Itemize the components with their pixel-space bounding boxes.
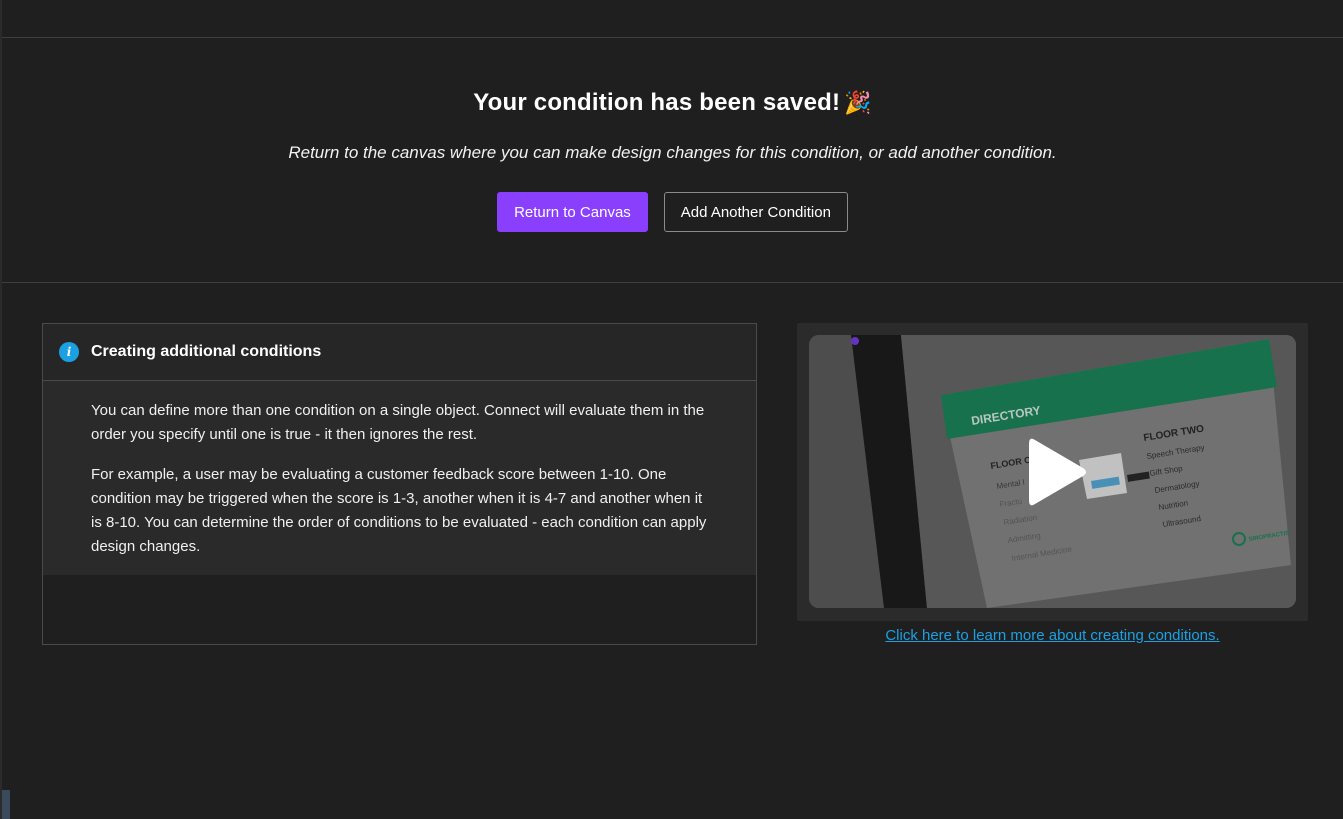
left-edge-marker	[2, 790, 10, 819]
page-title: Your condition has been saved! 🎉	[2, 88, 1343, 118]
party-popper-icon: 🎉	[844, 90, 872, 115]
info-paragraph: You can define more than one condition o…	[91, 402, 705, 443]
info-panel-title: Creating additional conditions	[91, 343, 322, 360]
info-panel: i Creating additional conditions You can…	[42, 323, 757, 645]
condition-saved-page: Your condition has been saved! 🎉 Return t…	[0, 0, 1343, 819]
info-panel-body: You can define more than one condition o…	[43, 381, 756, 575]
info-icon: i	[59, 342, 79, 362]
action-buttons: Return to Canvas Add Another Condition	[2, 192, 1343, 232]
add-another-condition-button[interactable]: Add Another Condition	[663, 192, 848, 232]
video-frame: DIRECTORY FLOOR TWO FLOOR O Speech Thera…	[797, 323, 1308, 621]
top-toolbar-strip	[2, 0, 1343, 38]
play-icon[interactable]	[1013, 432, 1093, 512]
tutorial-video: DIRECTORY FLOOR TWO FLOOR O Speech Thera…	[797, 323, 1308, 644]
page-title-text: Your condition has been saved!	[473, 89, 841, 116]
learn-more-link[interactable]: Click here to learn more about creating …	[797, 627, 1308, 644]
info-paragraph: For example, a user may be evaluating a …	[91, 466, 707, 555]
return-to-canvas-button[interactable]: Return to Canvas	[497, 192, 648, 232]
info-panel-header: i Creating additional conditions	[43, 324, 756, 381]
video-thumbnail[interactable]: DIRECTORY FLOOR TWO FLOOR O Speech Thera…	[809, 335, 1296, 608]
page-subtitle: Return to the canvas where you can make …	[288, 143, 1057, 162]
save-confirmation: Your condition has been saved! 🎉 Return t…	[2, 38, 1343, 283]
